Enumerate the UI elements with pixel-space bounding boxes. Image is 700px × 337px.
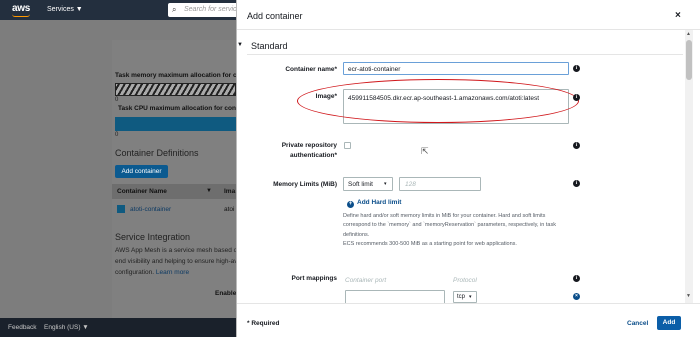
private-repo-label: Private repository	[281, 142, 337, 149]
private-repo-checkbox[interactable]	[344, 142, 351, 149]
task-memory-zero: 0	[115, 97, 119, 103]
memory-limits-label: Memory Limits (MiB)	[273, 181, 337, 188]
add-container-panel: Add container × ▼ Standard Container nam…	[236, 0, 700, 337]
protocol-select[interactable]: tcp ▾	[453, 291, 477, 303]
container-port-column-label: Container port	[345, 277, 387, 284]
required-note: * Required	[247, 320, 280, 327]
memory-limit-type-select[interactable]: Soft limit ▾	[343, 177, 393, 191]
service-integration-line: end visibility and helping to ensure hig…	[115, 258, 236, 265]
scroll-up-icon[interactable]: ▲	[686, 31, 691, 37]
panel-scrollbar[interactable]: ▲ ▼	[685, 30, 693, 303]
search-placeholder: Search for servic	[184, 6, 237, 13]
container-row-link[interactable]: atoti-container	[130, 206, 171, 213]
search-icon: ⌕	[172, 5, 177, 14]
column-header-container-name[interactable]: Container Name	[117, 188, 167, 195]
mouse-cursor-icon: ⇱	[421, 146, 429, 156]
plus-circle-icon: +	[347, 201, 354, 208]
task-cpu-label: Task CPU maximum allocation for contai	[118, 105, 244, 112]
container-name-label: Container name*	[285, 66, 337, 73]
service-integration-line: AWS App Mesh is a service mesh based on	[115, 247, 236, 254]
enable-label: Enable	[215, 290, 237, 297]
container-definitions-title: Container Definitions	[115, 148, 199, 158]
memory-value-input[interactable]: 128	[399, 177, 481, 191]
chevron-down-icon: ▾	[384, 181, 387, 187]
language-selector[interactable]: English (US) ▼	[44, 324, 89, 331]
memory-help-text: Define hard and/or soft memory limits in…	[343, 212, 573, 249]
scroll-down-icon[interactable]: ▼	[686, 293, 691, 299]
scrollbar-thumb[interactable]	[686, 40, 692, 80]
highlight-annotation	[297, 79, 579, 123]
caret-down-icon: ▼	[237, 42, 243, 48]
section-divider	[247, 54, 683, 55]
service-integration-description: AWS App Mesh is a service mesh based on …	[115, 245, 236, 278]
container-name-value: ecr-atoti-container	[348, 66, 401, 73]
add-hard-limit-button[interactable]: + Add Hard limit	[347, 199, 401, 208]
console-footer: Feedback English (US) ▼	[0, 318, 236, 337]
close-icon[interactable]: ×	[675, 10, 681, 21]
container-port-input[interactable]	[345, 290, 445, 304]
chevron-down-icon: ▾	[469, 294, 472, 300]
learn-more-link[interactable]: Learn more	[156, 269, 189, 276]
remove-port-mapping-icon[interactable]: ×	[573, 293, 580, 300]
column-header-image[interactable]: Ima	[224, 188, 235, 195]
protocol-column-label: Protocol	[453, 277, 477, 284]
memory-help-line: correspond to the `memory` and `memoryRe…	[343, 222, 556, 229]
memory-value-placeholder: 128	[405, 181, 416, 188]
memory-help-line: definitions.	[343, 231, 370, 238]
row-checkbox[interactable]	[117, 205, 125, 213]
background-add-container-button[interactable]: Add container	[115, 165, 168, 178]
task-cpu-zero: 0	[115, 132, 119, 138]
aws-logo[interactable]: aws	[12, 3, 30, 14]
container-name-input[interactable]: ecr-atoti-container	[343, 62, 569, 75]
services-menu[interactable]: Services ▼	[47, 6, 83, 13]
task-cpu-bar	[115, 117, 236, 131]
memory-help-line: ECS recommends 300-500 MiB as a starting…	[343, 240, 517, 247]
info-icon[interactable]: i	[573, 94, 580, 101]
sort-caret-icon[interactable]: ▼	[206, 188, 212, 194]
panel-header: Add container ×	[237, 0, 700, 30]
panel-footer: * Required Cancel Add	[237, 303, 700, 337]
service-integration-title: Service Integration	[115, 232, 191, 242]
cancel-button[interactable]: Cancel	[627, 320, 648, 327]
task-memory-bar	[115, 83, 236, 96]
protocol-value: tcp	[457, 294, 466, 300]
task-memory-label: Task memory maximum allocation for con	[115, 72, 245, 79]
add-hard-limit-label: Add Hard limit	[357, 199, 402, 206]
info-icon[interactable]: i	[573, 275, 580, 282]
info-icon[interactable]: i	[573, 180, 580, 187]
service-integration-line-text: configuration.	[115, 269, 156, 276]
memory-help-line: Define hard and/or soft memory limits in…	[343, 213, 546, 219]
add-button[interactable]: Add	[657, 316, 681, 330]
container-row-image: atoi	[224, 206, 235, 213]
feedback-link[interactable]: Feedback	[8, 324, 37, 331]
info-icon[interactable]: i	[573, 65, 580, 72]
service-integration-line: configuration. Learn more	[115, 267, 236, 278]
aws-smile-icon	[12, 14, 30, 17]
memory-limit-type-value: Soft limit	[348, 181, 373, 188]
info-icon[interactable]: i	[573, 142, 580, 149]
private-repo-label-2: authentication*	[290, 152, 337, 159]
standard-section-toggle[interactable]: ▼ Standard	[237, 41, 288, 51]
panel-title: Add container	[247, 11, 303, 21]
section-title: Standard	[251, 41, 288, 51]
port-mappings-label: Port mappings	[291, 275, 337, 282]
